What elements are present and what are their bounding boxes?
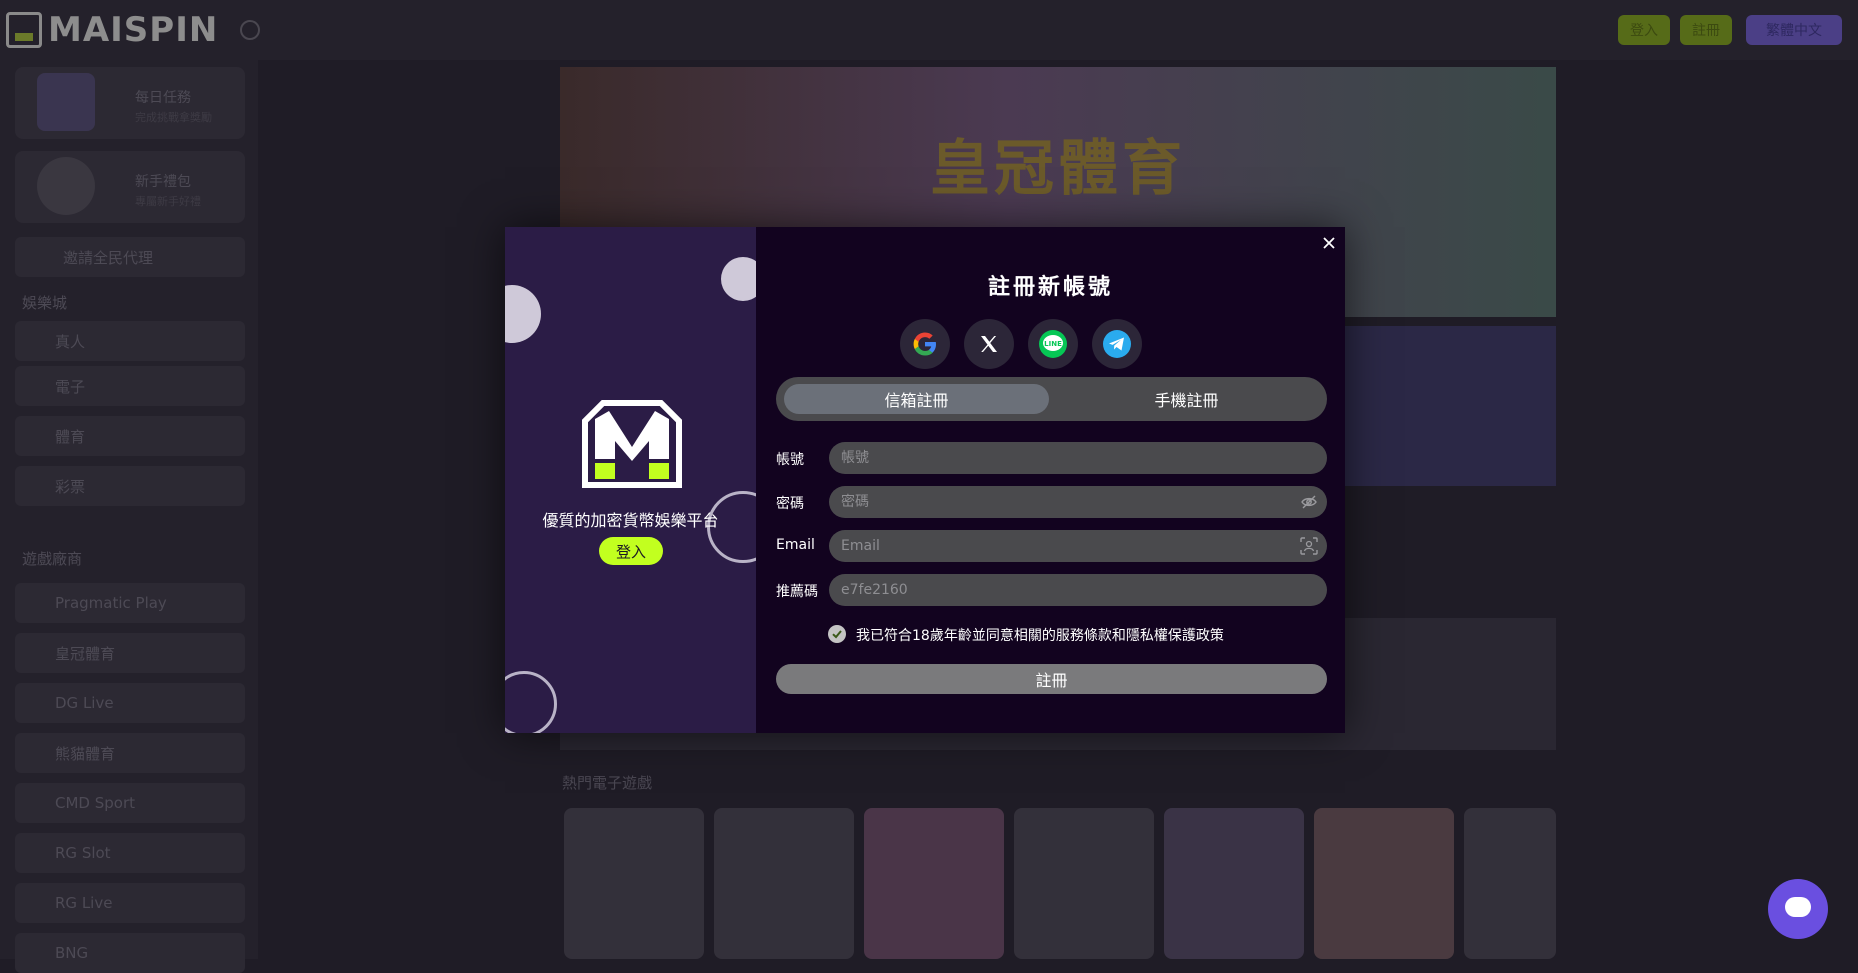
register-submit-button[interactable]: 註冊 — [776, 664, 1327, 694]
telegram-login-button[interactable] — [1092, 319, 1142, 369]
game-tile[interactable] — [864, 808, 1004, 959]
sidebar-item-provider[interactable]: RG Live — [15, 883, 245, 923]
sidebar-item-sports[interactable]: 體育 — [15, 416, 245, 456]
top-bar: MAISPIN 登入 註冊 繁體中文 — [0, 0, 1858, 60]
eye-off-icon[interactable] — [1300, 493, 1318, 511]
site-logo[interactable]: MAISPIN — [6, 10, 218, 50]
register-method-tabs: 信箱註冊 手機註冊 — [776, 377, 1327, 421]
sidebar-item-provider[interactable]: BNG — [15, 933, 245, 973]
password-label: 密碼 — [776, 496, 804, 512]
sidebar-item-provider[interactable]: 皇冠體育 — [15, 633, 245, 673]
daily-task-title: 每日任務 — [135, 90, 191, 106]
x-login-button[interactable] — [964, 319, 1014, 369]
gift-bag-icon — [37, 157, 95, 215]
sidebar-item-provider[interactable]: CMD Sport — [15, 783, 245, 823]
logo-mark-icon — [6, 12, 42, 48]
account-label: 帳號 — [776, 452, 804, 468]
close-icon[interactable] — [1321, 235, 1337, 251]
modal-brand-panel: 優質的加密貨幣娛樂平台 登入 — [505, 227, 756, 733]
google-icon — [913, 332, 936, 356]
game-tile[interactable] — [564, 808, 704, 959]
sidebar-item-provider[interactable]: RG Slot — [15, 833, 245, 873]
sidebar-section-providers[interactable]: 遊戲廠商 — [22, 548, 242, 569]
newbie-gift-card[interactable]: 新手禮包 專屬新手好禮 — [15, 151, 245, 223]
brand-tagline: 優質的加密貨幣娛樂平台 — [542, 511, 719, 530]
chat-support-icon[interactable] — [1768, 879, 1828, 939]
sidebar-item-live[interactable]: 真人 — [15, 321, 245, 361]
hot-games-title: 熱門電子遊戲 — [562, 774, 653, 792]
newbie-gift-title: 新手禮包 — [135, 174, 191, 190]
logo-text: MAISPIN — [48, 10, 219, 50]
agree-terms-text: 我已符合18歲年齡並同意相關的服務條款和隱私權保護政策 — [856, 628, 1224, 644]
scan-icon[interactable] — [1300, 537, 1318, 555]
game-tile[interactable] — [1464, 808, 1556, 959]
game-tile[interactable] — [1314, 808, 1454, 959]
info-icon[interactable] — [240, 20, 260, 40]
language-selector[interactable]: 繁體中文 — [1746, 15, 1842, 45]
modal-login-button[interactable]: 登入 — [599, 537, 663, 565]
daily-task-card[interactable]: 每日任務 完成挑戰拿獎勵 — [15, 67, 245, 139]
tab-phone-register[interactable]: 手機註冊 — [1054, 384, 1319, 414]
sidebar-item-provider[interactable]: Pragmatic Play — [15, 583, 245, 623]
line-icon: LINE — [1039, 330, 1067, 358]
gift-box-icon — [37, 73, 95, 131]
svg-text:LINE: LINE — [1044, 340, 1062, 348]
referral-label: 推薦碼 — [776, 584, 818, 600]
game-tile[interactable] — [1014, 808, 1154, 959]
password-input[interactable] — [829, 486, 1327, 518]
sidebar-item-provider[interactable]: DG Live — [15, 683, 245, 723]
sidebar-item-slots[interactable]: 電子 — [15, 366, 245, 406]
x-icon — [981, 336, 997, 352]
sidebar-item-provider[interactable]: 熊貓體育 — [15, 733, 245, 773]
referral-code-input[interactable] — [829, 574, 1327, 606]
crypto-coin-icon — [505, 671, 557, 733]
newbie-gift-subtitle: 專屬新手好禮 — [135, 195, 201, 208]
agree-checkbox[interactable] — [828, 625, 846, 643]
game-tile[interactable] — [714, 808, 854, 959]
line-login-button[interactable]: LINE — [1028, 319, 1078, 369]
dollar-coin-icon — [721, 257, 756, 301]
header-register-button[interactable]: 註冊 — [1680, 15, 1732, 45]
check-icon — [832, 630, 842, 639]
account-input[interactable] — [829, 442, 1327, 474]
email-label: Email — [776, 537, 815, 553]
game-tile[interactable] — [1164, 808, 1304, 959]
sidebar-section-casino[interactable]: 娛樂城 — [22, 292, 242, 313]
daily-task-subtitle: 完成挑戰拿獎勵 — [135, 111, 212, 124]
telegram-icon — [1103, 330, 1131, 358]
maispin-logo-icon — [582, 400, 682, 488]
sidebar-item-invite-agent[interactable]: 邀請全民代理 — [15, 237, 245, 277]
register-modal: 優質的加密貨幣娛樂平台 登入 註冊新帳號 LINE 信箱註冊 手機註冊 帳號 帳… — [505, 227, 1345, 733]
sidebar: 每日任務 完成挑戰拿獎勵 新手禮包 專屬新手好禮 邀請全民代理 娛樂城 真人 電… — [0, 60, 258, 973]
coin-icon — [505, 285, 541, 343]
sidebar-item-lottery[interactable]: 彩票 — [15, 466, 245, 506]
register-form-panel: 註冊新帳號 LINE 信箱註冊 手機註冊 帳號 帳號 密碼 Email Emai… — [756, 227, 1345, 733]
email-input[interactable] — [829, 530, 1327, 562]
modal-title: 註冊新帳號 — [987, 275, 1113, 300]
header-login-button[interactable]: 登入 — [1618, 15, 1670, 45]
google-login-button[interactable] — [900, 319, 950, 369]
tab-email-register[interactable]: 信箱註冊 — [784, 384, 1049, 414]
banner-title: 皇冠體育 — [930, 134, 1186, 204]
